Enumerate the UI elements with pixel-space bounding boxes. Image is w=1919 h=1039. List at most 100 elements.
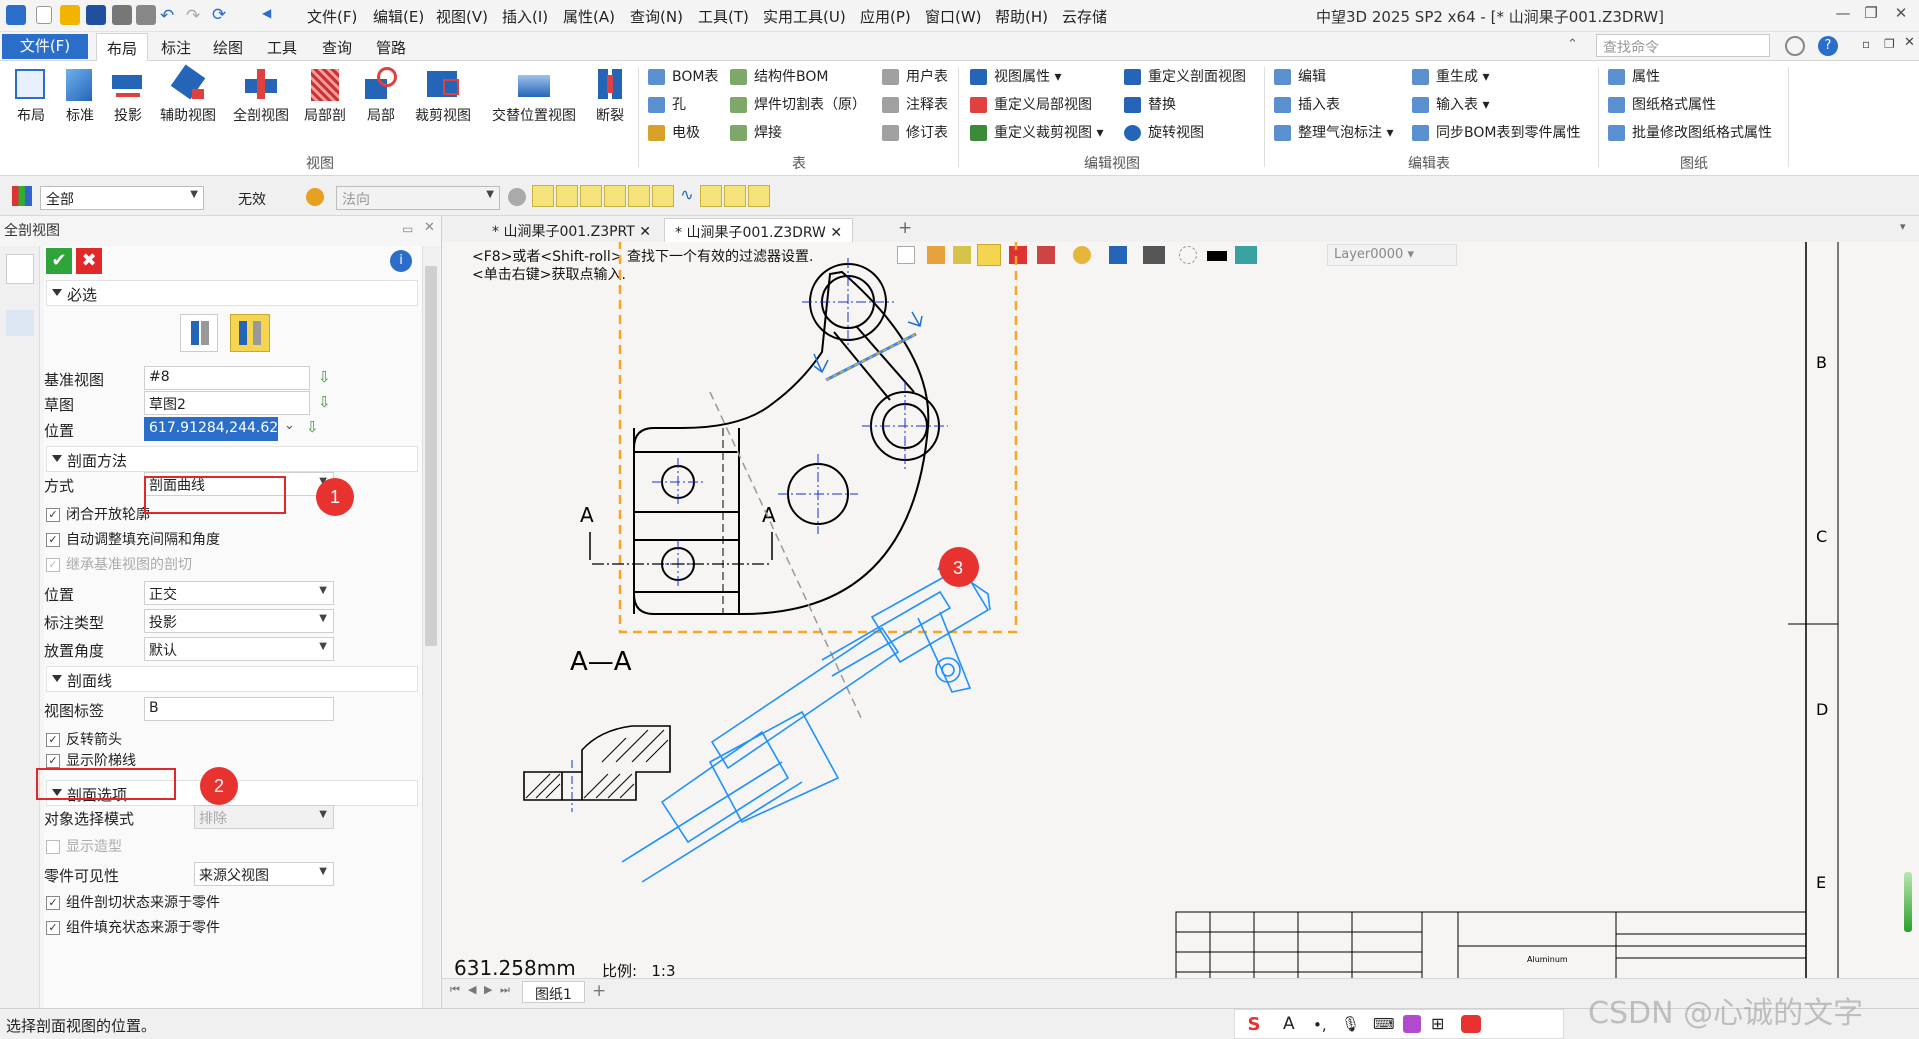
bom-table-button[interactable]: BOM表 — [648, 67, 718, 87]
revision-table-button[interactable]: 修订表 — [882, 123, 948, 143]
menu-insert[interactable]: 插入(I) — [502, 6, 548, 27]
snap-point-icon[interactable] — [556, 185, 578, 207]
print-icon[interactable] — [112, 5, 132, 25]
snap-settings-icon[interactable] — [508, 188, 526, 206]
expand-options-icon[interactable]: ⌄ — [284, 418, 295, 433]
section-required[interactable]: 必选 — [46, 280, 418, 306]
add-sheet-icon[interactable]: + — [592, 981, 606, 1001]
filter-icon[interactable] — [12, 186, 32, 206]
component-fill-state-checkbox[interactable]: ✓ 组件填充状态来源于零件 — [46, 919, 220, 937]
section-tab-icon[interactable] — [6, 254, 34, 284]
regenerate-button[interactable]: 重生成 ▾ — [1412, 67, 1489, 87]
tab-annotate[interactable]: 标注 — [161, 37, 191, 58]
sync-bom-button[interactable]: 同步BOM表到零件属性 — [1412, 123, 1580, 143]
show-shape-checkbox[interactable]: 显示造型 — [46, 838, 122, 856]
pick-gear-icon[interactable] — [306, 188, 324, 206]
menu-edit[interactable]: 编辑(E) — [373, 6, 424, 27]
replace-button[interactable]: 替换 — [1124, 95, 1176, 115]
auto-adjust-fill-checkbox[interactable]: ✓ 自动调整填充间隔和角度 — [46, 531, 220, 549]
sheet-tab-1[interactable]: 图纸1 — [522, 981, 585, 1003]
menu-utilities[interactable]: 实用工具(U) — [763, 6, 846, 27]
ime-voice-icon[interactable]: 🎙 — [1341, 1015, 1360, 1033]
ime-grid-icon[interactable]: ⊞ — [1431, 1014, 1444, 1033]
sheet-format-properties-button[interactable]: 图纸格式属性 — [1608, 95, 1716, 115]
sketch-field[interactable]: 草图2 — [144, 391, 310, 415]
menu-view[interactable]: 视图(V) — [436, 6, 488, 27]
break-view-button[interactable]: 断裂 — [590, 65, 630, 125]
annotation-type-select[interactable]: 投影 ▼ — [144, 609, 334, 633]
settings-gear-icon[interactable] — [1785, 36, 1805, 56]
sheet-nav-prev-icon[interactable]: ◀ — [468, 983, 476, 996]
structure-bom-button[interactable]: 结构件BOM — [730, 67, 828, 87]
redefine-section-view-button[interactable]: 重定义剖面视图 — [1124, 67, 1246, 87]
doc-window-icon[interactable]: ❐ — [1884, 37, 1895, 51]
save-all-icon[interactable] — [136, 5, 156, 25]
snap-all-icon[interactable] — [532, 185, 554, 207]
user-table-button[interactable]: 用户表 — [882, 67, 948, 87]
redo-icon[interactable]: ↷ — [186, 6, 200, 26]
placement-angle-select[interactable]: 默认 ▼ — [144, 637, 334, 661]
file-tab[interactable]: 文件(F) — [2, 34, 88, 59]
part-visibility-select[interactable]: 来源父视图 ▼ — [194, 862, 334, 886]
full-section-view-button[interactable]: 全剖视图 — [229, 65, 293, 125]
cancel-x-icon[interactable]: ✖ — [76, 248, 102, 274]
sheet-nav-next-icon[interactable]: ▶ — [484, 983, 492, 996]
weld-cut-table-button[interactable]: 焊件切割表（原） — [730, 95, 866, 115]
arrow-left-icon[interactable]: ◀ — [262, 6, 271, 20]
filter-select[interactable]: 全部 ▼ — [40, 186, 204, 210]
ime-tool-icon[interactable] — [1461, 1015, 1481, 1033]
menu-file[interactable]: 文件(F) — [307, 6, 357, 27]
view-properties-button[interactable]: 视图属性 ▾ — [970, 67, 1061, 87]
zoom-gauge[interactable] — [1904, 872, 1912, 932]
snap-quadrant-icon[interactable] — [652, 185, 674, 207]
pick-position-icon[interactable]: ⇩ — [306, 418, 319, 436]
open-folder-icon[interactable] — [60, 5, 80, 25]
tab-piping[interactable]: 管路 — [376, 37, 406, 58]
doc-tab-drawing[interactable]: * 山涧果子001.Z3DRW ✕ — [664, 218, 854, 242]
layout-button[interactable]: 布局 — [10, 65, 52, 125]
menu-apps[interactable]: 应用(P) — [860, 6, 911, 27]
auxiliary-view-button[interactable]: 辅助视图 — [156, 64, 220, 125]
tab-draw[interactable]: 绘图 — [213, 37, 243, 58]
info-icon[interactable]: i — [390, 250, 412, 272]
snap-center-icon[interactable] — [628, 185, 650, 207]
ime-logo-icon[interactable]: S — [1243, 1014, 1265, 1036]
tab-query[interactable]: 查询 — [322, 37, 352, 58]
batch-format-properties-button[interactable]: 批量修改图纸格式属性 — [1608, 123, 1772, 143]
menu-tools[interactable]: 工具(T) — [698, 6, 749, 27]
standard-view-button[interactable]: 标准 — [60, 65, 100, 125]
snap-curve-icon[interactable]: ∿ — [676, 185, 698, 207]
restore-doc-icon[interactable]: ▫ — [1862, 37, 1870, 51]
rotate-view-button[interactable]: 旋转视图 — [1124, 123, 1204, 143]
section-line[interactable]: 剖面线 — [46, 666, 418, 692]
view-label-field[interactable]: B — [144, 697, 334, 721]
help-icon[interactable]: ? — [1818, 36, 1838, 56]
redefine-detail-view-button[interactable]: 重定义局部视图 — [970, 95, 1092, 115]
weld-table-button[interactable]: 焊接 — [730, 123, 782, 143]
electrode-table-button[interactable]: 电极 — [648, 123, 700, 143]
position-field[interactable]: 617.91284,244.62158 — [144, 417, 278, 441]
panel-scroll-thumb[interactable] — [425, 266, 437, 646]
note-table-button[interactable]: 注释表 — [882, 95, 948, 115]
import-table-button[interactable]: 输入表 ▾ — [1412, 95, 1489, 115]
ime-punct-icon[interactable]: •, — [1313, 1016, 1327, 1034]
detail-view-button[interactable]: 局部 — [358, 65, 404, 125]
sheet-nav-last-icon[interactable]: ⏭ — [500, 983, 510, 997]
direction-select[interactable]: 法向 ▼ — [336, 186, 500, 210]
local-section-button[interactable]: 局部剖 — [300, 65, 350, 125]
orientation-select[interactable]: 正交 ▼ — [144, 581, 334, 605]
drawing-canvas[interactable]: <F8>或者<Shift-roll> 查找下一个有效的过滤器设置. <单击右键>… — [442, 242, 1919, 978]
crop-view-button[interactable]: 裁剪视图 — [410, 65, 476, 125]
save-icon[interactable] — [86, 5, 106, 25]
projection-button[interactable]: 投影 — [108, 65, 148, 125]
panel-scrollbar[interactable] — [422, 246, 440, 1008]
menu-attribute[interactable]: 属性(A) — [563, 6, 615, 27]
snap-tangent-icon[interactable] — [700, 185, 722, 207]
tab-tools[interactable]: 工具 — [267, 37, 297, 58]
arrange-balloons-button[interactable]: 整理气泡标注 ▾ — [1274, 123, 1393, 143]
section-type-align-icon[interactable] — [230, 314, 270, 352]
tab-list-icon[interactable]: ▾ — [1900, 220, 1906, 233]
ime-font-icon[interactable]: A — [1283, 1014, 1295, 1034]
collapse-ribbon-icon[interactable]: ⌃ — [1567, 37, 1578, 52]
tab-layout[interactable]: 布局 — [96, 33, 149, 62]
